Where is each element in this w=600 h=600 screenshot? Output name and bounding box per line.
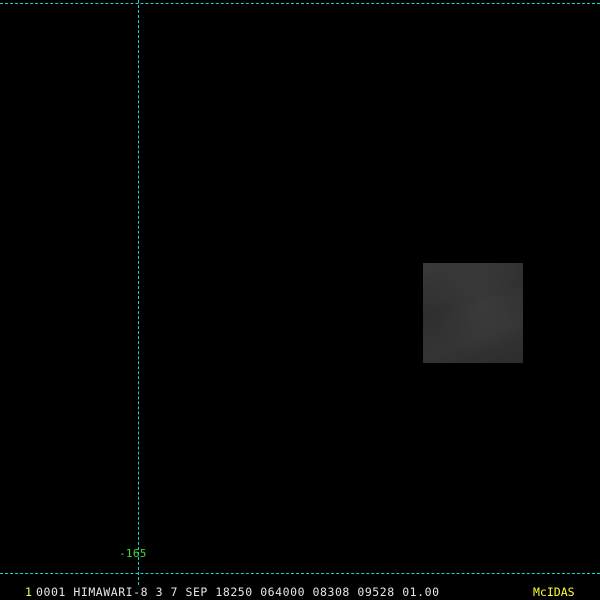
image-viewport[interactable]: -165 <box>0 0 600 600</box>
longitude-gridline <box>138 0 139 585</box>
app-brand-label: McIDAS <box>533 585 575 599</box>
frame-info: 0001 HIMAWARI-8 3 7 SEP 18250 064000 083… <box>36 585 440 599</box>
status-bar: 1 0001 HIMAWARI-8 3 7 SEP 18250 064000 0… <box>0 585 600 600</box>
latitude-gridline-top <box>0 3 600 4</box>
satellite-image-patch <box>423 263 523 363</box>
latitude-gridline-bottom <box>0 573 600 574</box>
frame-number: 1 <box>25 585 32 599</box>
longitude-label: -165 <box>119 547 147 560</box>
